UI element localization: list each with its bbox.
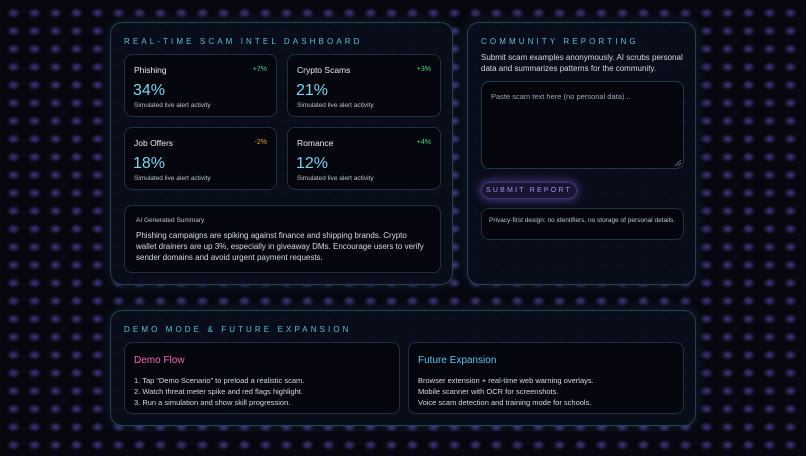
stat-value: 21%	[296, 82, 329, 99]
future-expansion-item: Browser extension + real-time web warnin…	[418, 376, 594, 385]
future-expansion-item: Mobile scanner with OCR for screenshots.	[418, 387, 559, 396]
dashboard-title: REAL-TIME SCAM INTEL DASHBOARD	[124, 37, 363, 46]
demo-flow-step: 1. Tap “Demo Scenario” to preload a real…	[134, 376, 305, 385]
community-title: COMMUNITY REPORTING	[481, 37, 639, 46]
stat-card-crypto-scams[interactable]: Crypto Scams +3% 21% Simulated live aler…	[287, 54, 441, 117]
stat-caption: Simulated live alert activity	[134, 175, 211, 182]
demo-flow-steps: 1. Tap “Demo Scenario” to preload a real…	[134, 375, 391, 408]
future-expansion-items: Browser extension + real-time web warnin…	[418, 375, 675, 408]
stat-card-phishing[interactable]: Phishing +7% 34% Simulated live alert ac…	[124, 54, 277, 117]
stat-delta: -2%	[254, 139, 267, 146]
stat-name: Romance	[297, 138, 334, 148]
stat-caption: Simulated live alert activity	[297, 175, 374, 182]
stat-value: 12%	[296, 155, 329, 172]
stat-delta: +4%	[416, 139, 431, 146]
stat-value: 34%	[133, 82, 166, 99]
demo-panel: DEMO MODE & FUTURE EXPANSION Demo Flow 1…	[110, 310, 696, 426]
submit-report-button[interactable]: SUBMIT REPORT	[481, 182, 577, 199]
stat-value: 18%	[133, 155, 166, 172]
stat-caption: Simulated live alert activity	[134, 102, 211, 109]
dashboard-panel: REAL-TIME SCAM INTEL DASHBOARD Phishing …	[110, 22, 453, 285]
stat-delta: +7%	[252, 66, 267, 73]
stat-delta: +3%	[416, 66, 431, 73]
demo-flow-heading: Demo Flow	[134, 355, 185, 366]
community-panel: COMMUNITY REPORTING Submit scam examples…	[467, 22, 696, 285]
scam-text-input[interactable]	[481, 81, 684, 169]
stat-name: Crypto Scams	[297, 65, 351, 75]
future-expansion-card: Future Expansion Browser extension + rea…	[408, 342, 684, 414]
stat-caption: Simulated live alert activity	[297, 102, 374, 109]
demo-flow-step: 2. Watch threat meter spike and red flag…	[134, 387, 303, 396]
summary-heading: AI Generated Summary	[136, 217, 205, 224]
privacy-note: Privacy-first design: no identifiers, no…	[481, 208, 684, 240]
privacy-note-text: Privacy-first design: no identifiers, no…	[489, 217, 676, 224]
summary-text: Phishing campaigns are spiking against f…	[136, 231, 424, 262]
demo-flow-card: Demo Flow 1. Tap “Demo Scenario” to prel…	[124, 342, 400, 414]
stat-name: Job Offers	[134, 138, 174, 148]
community-description: Submit scam examples anonymously. AI scr…	[481, 53, 683, 73]
stat-card-romance[interactable]: Romance +4% 12% Simulated live alert act…	[287, 127, 441, 190]
resize-grip-icon[interactable]	[674, 159, 682, 167]
future-expansion-heading: Future Expansion	[418, 355, 497, 366]
demo-flow-step: 3. Run a simulation and show skill progr…	[134, 398, 291, 407]
future-expansion-item: Voice scam detection and training mode f…	[418, 398, 592, 407]
stat-card-job-offers[interactable]: Job Offers -2% 18% Simulated live alert …	[124, 127, 277, 190]
demo-title: DEMO MODE & FUTURE EXPANSION	[124, 325, 352, 334]
stat-name: Phishing	[134, 65, 167, 75]
ai-summary-card: AI Generated Summary Phishing campaigns …	[124, 205, 441, 273]
